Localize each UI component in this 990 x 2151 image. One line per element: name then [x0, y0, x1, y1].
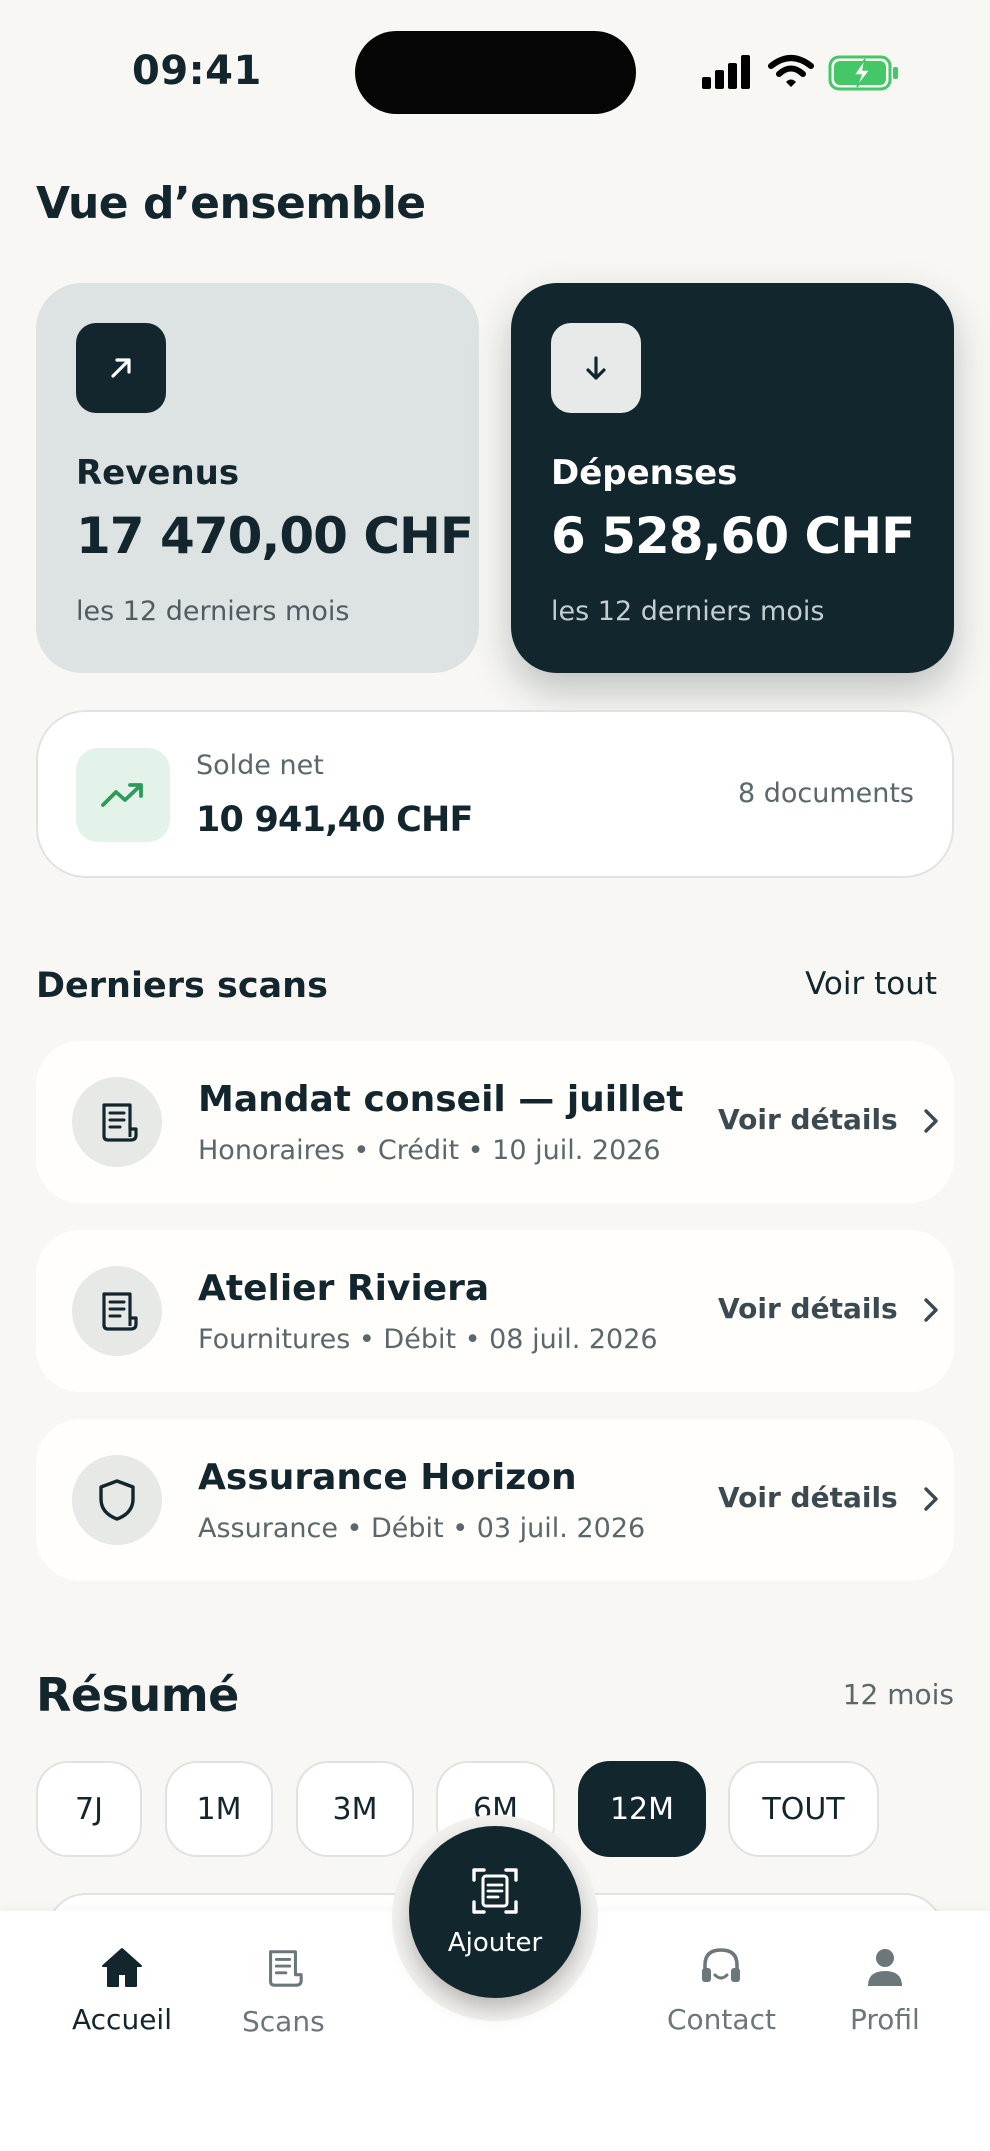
- documents-count: 8 documents: [737, 778, 914, 809]
- headset-icon: [702, 1948, 741, 1982]
- scan-name: Assurance Horizon: [198, 1457, 577, 1498]
- revenue-label: Revenus: [76, 453, 240, 493]
- net-balance-label: Solde net: [196, 750, 324, 781]
- expenses-amount: 6 528,60 CHF: [551, 507, 915, 565]
- summary-period: 12 mois: [842, 1678, 954, 1711]
- tab-scans-label: Scans: [242, 2005, 325, 2038]
- chevron-right-icon: [924, 1487, 938, 1511]
- view-details-button[interactable]: Voir détails: [718, 1103, 898, 1136]
- scan-item[interactable]: Assurance Horizon Assurance • Débit • 03…: [36, 1419, 954, 1581]
- period-chip-1m[interactable]: 1M: [165, 1761, 273, 1857]
- tab-profile-label: Profil: [850, 2003, 920, 2036]
- net-balance-amount: 10 941,40 CHF: [196, 800, 473, 840]
- add-scan-button[interactable]: Ajouter: [409, 1826, 581, 1998]
- trending-up-icon: [76, 748, 170, 842]
- scan-document-icon: [472, 1868, 518, 1914]
- wifi-icon: [768, 55, 814, 87]
- home-icon: [101, 1948, 142, 1987]
- tab-contact-label: Contact: [667, 2003, 776, 2036]
- scan-meta: Assurance • Débit • 03 juil. 2026: [198, 1513, 646, 1544]
- tab-profile[interactable]: Profil: [850, 1945, 920, 2036]
- add-scan-label: Ajouter: [447, 1928, 543, 1958]
- expenses-card[interactable]: Dépenses 6 528,60 CHF les 12 derniers mo…: [511, 283, 954, 673]
- page-title: Vue d’ensemble: [36, 178, 426, 229]
- cellular-signal-icon: [702, 55, 752, 89]
- expenses-label: Dépenses: [551, 453, 738, 493]
- period-chip-3m[interactable]: 3M: [296, 1761, 414, 1857]
- net-balance-card[interactable]: Solde net 10 941,40 CHF 8 documents: [36, 710, 954, 878]
- receipt-icon: [269, 1950, 304, 1987]
- period-chip-tout[interactable]: TOUT: [728, 1761, 879, 1857]
- receipt-icon: [72, 1077, 162, 1167]
- summary-title: Résumé: [36, 1668, 239, 1722]
- scan-item[interactable]: Atelier Riviera Fournitures • Débit • 08…: [36, 1230, 954, 1392]
- chevron-right-icon: [924, 1109, 938, 1133]
- battery-charging-icon: [828, 55, 898, 91]
- chevron-right-icon: [924, 1298, 938, 1322]
- dynamic-island: [355, 31, 636, 114]
- scan-meta: Honoraires • Crédit • 10 juil. 2026: [198, 1135, 661, 1166]
- scan-meta: Fournitures • Débit • 08 juil. 2026: [198, 1324, 658, 1355]
- period-chip-7j[interactable]: 7J: [36, 1761, 142, 1857]
- revenue-amount: 17 470,00 CHF: [76, 507, 474, 565]
- expenses-period: les 12 derniers mois: [551, 596, 825, 627]
- user-icon: [867, 1949, 902, 1986]
- view-details-button[interactable]: Voir détails: [718, 1292, 898, 1325]
- status-time: 09:41: [132, 48, 262, 94]
- period-chip-12m[interactable]: 12M: [578, 1761, 706, 1857]
- tab-scans[interactable]: Scans: [242, 1945, 325, 2038]
- recent-scans-title: Derniers scans: [36, 966, 328, 1006]
- arrow-up-right-icon: [76, 323, 166, 413]
- arrow-down-icon: [551, 323, 641, 413]
- scan-item[interactable]: Mandat conseil — juillet Honoraires • Cr…: [36, 1041, 954, 1203]
- view-details-button[interactable]: Voir détails: [718, 1481, 898, 1514]
- revenue-card[interactable]: Revenus 17 470,00 CHF les 12 derniers mo…: [36, 283, 479, 673]
- tab-contact[interactable]: Contact: [667, 1945, 776, 2036]
- tab-home-label: Accueil: [72, 2003, 172, 2036]
- shield-icon: [72, 1455, 162, 1545]
- scan-name: Atelier Riviera: [198, 1268, 490, 1309]
- tab-home[interactable]: Accueil: [72, 1945, 172, 2036]
- revenue-period: les 12 derniers mois: [76, 596, 350, 627]
- receipt-icon: [72, 1266, 162, 1356]
- scan-name: Mandat conseil — juillet: [198, 1079, 684, 1120]
- see-all-link[interactable]: Voir tout: [805, 966, 937, 1002]
